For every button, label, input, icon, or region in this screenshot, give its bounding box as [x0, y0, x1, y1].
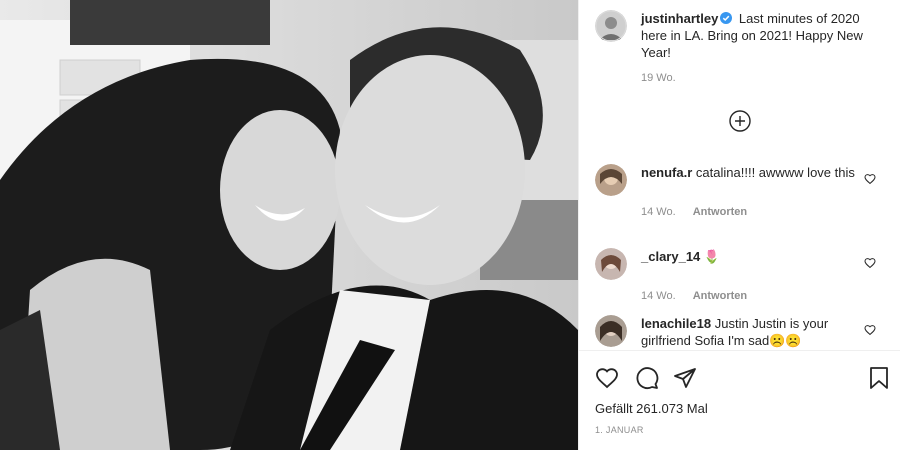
comment-body: 🌷 [703, 249, 721, 264]
save-button[interactable] [867, 366, 891, 390]
comment-button[interactable] [635, 366, 659, 390]
reply-button[interactable]: Antworten [693, 290, 747, 302]
comment-timestamp: 14 Wo. [641, 206, 676, 218]
like-comment-button[interactable] [864, 256, 876, 269]
comment-text: _clary_14 🌷 [641, 248, 863, 280]
comment-meta: 14 Wo. Antworten [641, 290, 888, 302]
like-comment-button[interactable] [864, 172, 876, 185]
verified-badge-icon [720, 11, 733, 24]
like-button[interactable] [595, 366, 619, 390]
comment-meta: 14 Wo. Antworten [641, 206, 888, 218]
comment-item: nenufa.r catalina!!!! awwww love this 14… [595, 164, 888, 218]
comment-username[interactable]: _clary_14 [641, 249, 700, 264]
black-and-white-selfie-image [0, 0, 578, 450]
heart-icon [864, 174, 876, 185]
load-more-comments-button[interactable] [729, 110, 751, 132]
bookmark-icon [870, 367, 888, 389]
caption: justinhartley Last minutes of 2020 here … [595, 10, 888, 61]
comment-body: catalina!!!! awwww love this [695, 165, 855, 180]
comment-item: lenachile18 Justin Justin is your girlfr… [595, 315, 888, 348]
comment-text: nenufa.r catalina!!!! awwww love this [641, 164, 863, 196]
heart-icon [596, 368, 618, 389]
author-username[interactable]: justinhartley [641, 11, 718, 26]
post-photo[interactable] [0, 0, 578, 450]
paper-plane-icon [674, 368, 696, 388]
commenter-avatar[interactable] [595, 164, 627, 196]
likes-count[interactable]: Gefällt 261.073 Mal [595, 401, 708, 416]
like-comment-button[interactable] [864, 323, 876, 336]
comment-timestamp: 14 Wo. [641, 290, 676, 302]
commenter-avatar[interactable] [595, 315, 627, 347]
comment-text: lenachile18 Justin Justin is your girlfr… [641, 315, 863, 348]
caption-timestamp: 19 Wo. [641, 72, 676, 84]
heart-icon [864, 258, 876, 269]
divider [579, 350, 900, 351]
reply-button[interactable]: Antworten [693, 206, 747, 218]
share-button[interactable] [673, 366, 697, 390]
comment-username[interactable]: lenachile18 [641, 316, 711, 331]
comment-icon [636, 367, 659, 390]
comment-username[interactable]: nenufa.r [641, 165, 692, 180]
post-date: 1. JANUAR [595, 425, 644, 435]
post-action-bar [595, 366, 888, 392]
instagram-post: justinhartley Last minutes of 2020 here … [0, 0, 900, 450]
plus-circle-icon [729, 110, 751, 132]
caption-text-block: justinhartley Last minutes of 2020 here … [641, 10, 888, 61]
comment-item: _clary_14 🌷 14 Wo. Antworten [595, 248, 888, 302]
post-side-panel: justinhartley Last minutes of 2020 here … [578, 0, 900, 450]
commenter-avatar[interactable] [595, 248, 627, 280]
author-avatar[interactable] [595, 10, 627, 42]
heart-icon [864, 325, 876, 336]
